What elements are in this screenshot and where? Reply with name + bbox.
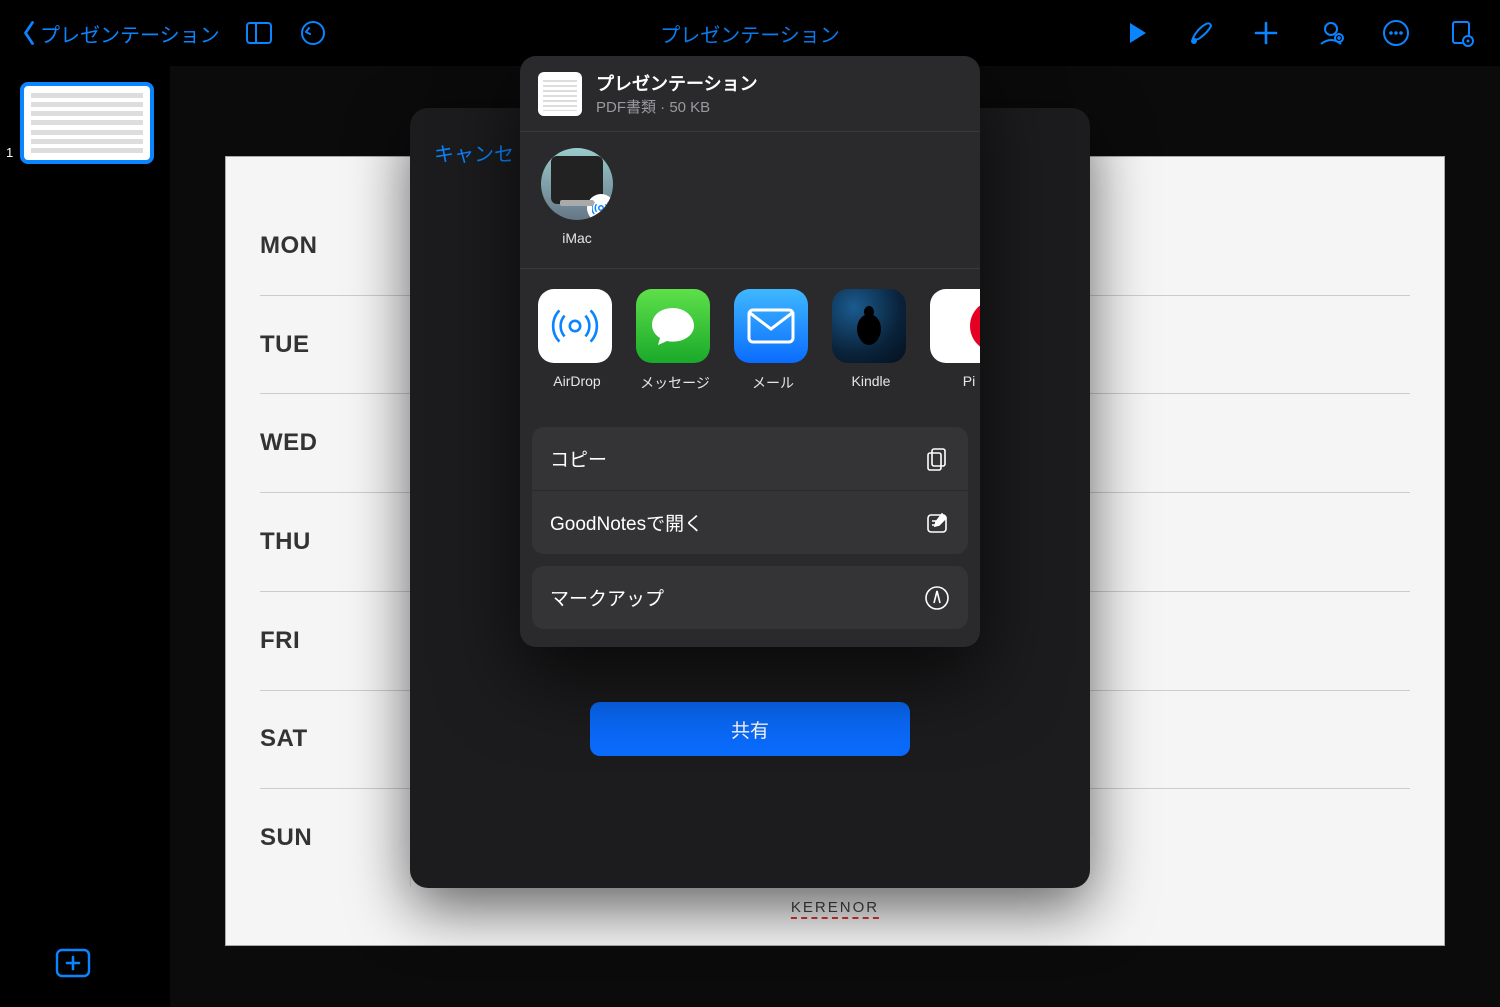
airdrop-icon [538,289,612,363]
share-button[interactable]: 共有 [590,702,910,756]
collaborate-icon[interactable] [1316,18,1346,48]
kindle-icon [832,289,906,363]
day-label: MON [260,232,410,260]
action-label: GoodNotesで開く [550,509,703,536]
share-app-label: Pi [930,373,980,389]
mail-icon [734,289,808,363]
share-app-pinterest[interactable]: Pi [930,289,980,393]
markup-icon [924,585,950,611]
day-label: SUN [260,824,410,852]
share-sheet: プレゼンテーション PDF書類 · 50 KB iMac AirDrop メッセ… [520,56,980,647]
day-label: FRI [260,627,410,655]
day-label: WED [260,429,410,457]
share-app-mail[interactable]: メール [734,289,812,393]
share-app-label: メッセージ [636,373,714,393]
day-label: SAT [260,725,410,753]
format-brush-icon[interactable] [1186,18,1216,48]
action-goodnotes[interactable]: GoodNotesで開く [532,490,968,554]
slide-number: 1 [6,145,13,160]
slide-navigator: 1 [0,66,170,1007]
add-slide-button[interactable] [55,948,91,983]
plus-icon[interactable] [1251,18,1281,48]
pinterest-icon [930,289,980,363]
play-icon[interactable] [1121,18,1151,48]
share-apps: AirDrop メッセージ メール Kindle Pi [520,269,980,415]
messages-icon [636,289,710,363]
airdrop-target-imac[interactable]: iMac [538,148,616,246]
document-title[interactable]: プレゼンテーション [660,19,840,48]
undo-icon[interactable] [298,18,328,48]
action-label: マークアップ [550,584,664,611]
copy-icon [924,446,950,472]
share-actions: コピー GoodNotesで開く マークアップ [520,427,980,647]
back-button[interactable]: プレゼンテーション [20,19,220,48]
share-app-label: Kindle [832,373,910,389]
action-markup[interactable]: マークアップ [532,566,968,629]
airdrop-targets: iMac [520,132,980,268]
share-doc-name: プレゼンテーション [596,70,758,96]
share-app-kindle[interactable]: Kindle [832,289,910,393]
share-header: プレゼンテーション PDF書類 · 50 KB [520,56,980,131]
document-settings-icon[interactable] [1446,18,1476,48]
day-label: THU [260,528,410,556]
action-copy[interactable]: コピー [532,427,968,490]
navigator-toggle-icon[interactable] [244,18,274,48]
share-app-messages[interactable]: メッセージ [636,289,714,393]
more-icon[interactable] [1381,18,1411,48]
share-app-label: AirDrop [538,373,616,389]
back-label: プレゼンテーション [40,19,220,48]
share-app-airdrop[interactable]: AirDrop [538,289,616,393]
cancel-button[interactable]: キャンセ [434,138,514,167]
document-thumbnail-icon [538,72,582,116]
slide-footer-label: KERENOR [791,899,879,919]
airdrop-target-label: iMac [538,230,616,246]
share-doc-meta: PDF書類 · 50 KB [596,96,758,117]
slide-thumbnail[interactable]: 1 [20,82,162,164]
day-label: TUE [260,331,410,359]
open-in-icon [924,510,950,536]
action-label: コピー [550,445,607,472]
share-app-label: メール [734,373,812,393]
